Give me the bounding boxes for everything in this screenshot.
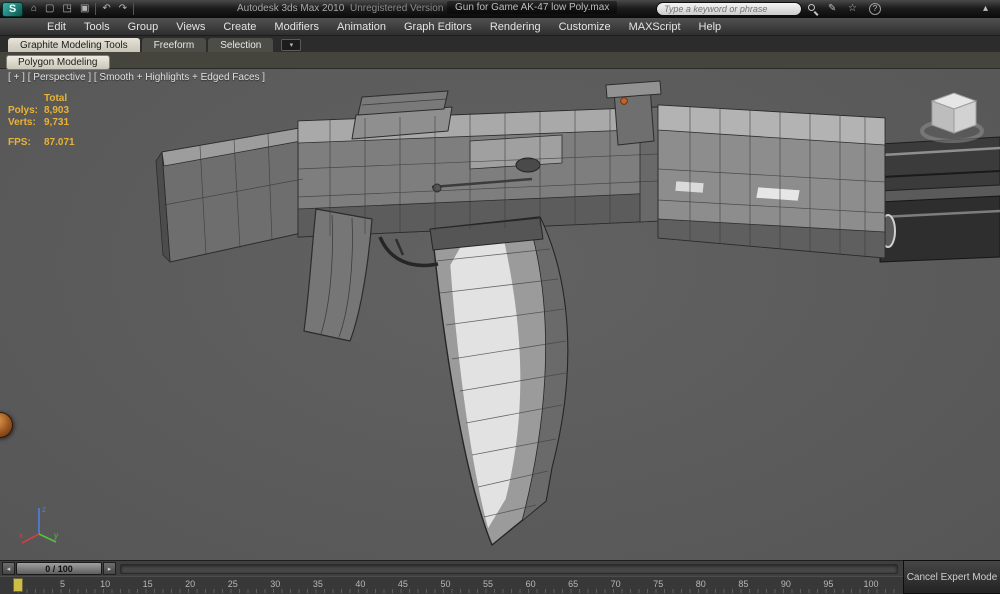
cancel-expert-mode-button[interactable]: Cancel Expert Mode [903, 560, 1000, 594]
home-icon[interactable]: ⌂ [27, 0, 41, 18]
statistics-overlay: Total Polys: 8,903 Verts: 9,731 FPS: 87.071 [8, 93, 75, 149]
ruler-tick-label: 30 [270, 579, 281, 589]
ruler-tick-label: 90 [780, 579, 791, 589]
time-slider-track[interactable] [120, 563, 898, 574]
ruler-tick-label: 70 [610, 579, 621, 589]
ribbon-tab-bar: Graphite Modeling Tools Freeform Selecti… [0, 36, 1000, 52]
ruler-tick-label: 80 [695, 579, 706, 589]
tab-freeform[interactable]: Freeform [141, 38, 207, 52]
previous-frame-button[interactable]: ◂ [2, 562, 15, 575]
ruler-tick-label: 5 [60, 579, 66, 589]
toolbar-divider [133, 3, 135, 15]
ruler-tick-label: 20 [185, 579, 196, 589]
perspective-viewport[interactable]: [ + ] [ Perspective ] [ Smooth + Highlig… [0, 69, 1000, 560]
ribbon-panel-row: Polygon Modeling [0, 52, 1000, 70]
star-icon[interactable]: ☆ [848, 3, 857, 14]
ruler-tick-label: 10 [100, 579, 111, 589]
timeline-ruler[interactable]: 0510152025303540455055606570758085909510… [0, 576, 903, 594]
ribbon-minimize-button[interactable]: ▾ [281, 39, 302, 51]
time-slider-thumb[interactable]: 0 / 100 [16, 562, 102, 575]
menu-item-graph-editors[interactable]: Graph Editors [395, 19, 481, 35]
pen-icon[interactable]: ✎ [828, 3, 836, 14]
ruler-tick-label: 45 [397, 579, 408, 589]
ruler-tick-label: 95 [823, 579, 834, 589]
world-axis-gizmo: z x y [19, 505, 58, 544]
ruler-tick-label: 40 [355, 579, 366, 589]
sight-dot [620, 97, 628, 105]
view-cube[interactable] [918, 81, 990, 143]
open-file-icon[interactable]: ◳ [59, 0, 76, 18]
next-frame-button[interactable]: ▸ [103, 562, 116, 575]
search-input[interactable] [664, 4, 794, 14]
help-icon[interactable]: ? [869, 3, 881, 15]
toolbar-divider [95, 3, 97, 15]
menu-item-maxscript[interactable]: MAXScript [620, 19, 690, 35]
menu-item-customize[interactable]: Customize [550, 19, 620, 35]
ruler-tick-label: 15 [142, 579, 153, 589]
menu-item-rendering[interactable]: Rendering [481, 19, 550, 35]
stats-verts-label: Verts: [8, 117, 36, 128]
svg-text:z: z [42, 505, 46, 514]
stats-total-label: Total [44, 93, 68, 104]
save-icon[interactable]: ▣ [76, 0, 93, 18]
stats-polys-value: 8,903 [44, 105, 70, 116]
viewport-label[interactable]: [ + ] [ Perspective ] [ Smooth + Highlig… [8, 72, 265, 83]
menu-item-help[interactable]: Help [690, 19, 731, 35]
app-title: Autodesk 3ds Max 2010 [237, 3, 345, 14]
ak47-model [155, 80, 1000, 546]
time-slider-row: ◂ 0 / 100 ▸ [0, 560, 903, 576]
max-window: S ⌂ ▢ ◳ ▣ ↶ ↷ Autodesk 3ds Max 2010 Unre… [0, 0, 1000, 594]
menu-item-group[interactable]: Group [119, 19, 168, 35]
ruler-tick-label: 75 [653, 579, 664, 589]
stats-verts-value: 9,731 [44, 117, 70, 128]
menu-item-create[interactable]: Create [214, 19, 265, 35]
menu-item-edit[interactable]: Edit [38, 19, 75, 35]
menu-bar: Edit Tools Group Views Create Modifiers … [0, 18, 1000, 36]
menu-item-modifiers[interactable]: Modifiers [265, 19, 328, 35]
menu-item-tools[interactable]: Tools [75, 19, 119, 35]
tab-selection[interactable]: Selection [208, 38, 274, 52]
ruler-tick-label: 35 [312, 579, 323, 589]
max-logo-icon[interactable]: S [2, 1, 23, 17]
new-file-icon[interactable]: ▢ [41, 0, 58, 18]
svg-text:y: y [54, 531, 58, 540]
license-label: Unregistered Version [350, 3, 444, 14]
ruler-tick-label: 55 [483, 579, 494, 589]
tab-graphite-modeling-tools[interactable]: Graphite Modeling Tools [8, 38, 140, 52]
stats-polys-label: Polys: [8, 105, 39, 116]
menu-item-animation[interactable]: Animation [328, 19, 395, 35]
search-icon[interactable] [808, 4, 820, 16]
search-box[interactable] [656, 2, 802, 16]
stats-fps-label: FPS: [8, 137, 31, 148]
ruler-tick-label: 25 [227, 579, 238, 589]
ruler-tick-label: 100 [863, 579, 879, 589]
ruler-tick-label: 60 [525, 579, 536, 589]
ruler-tick-label: 85 [738, 579, 749, 589]
title-bar: S ⌂ ▢ ◳ ▣ ↶ ↷ Autodesk 3ds Max 2010 Unre… [0, 0, 1000, 18]
redo-icon[interactable]: ↷ [115, 0, 131, 18]
undo-icon[interactable]: ↶ [98, 0, 114, 18]
collapse-infocenter-icon[interactable]: ▴ [983, 3, 988, 14]
document-title: Gun for Game AK-47 low Poly.max [447, 1, 618, 14]
track-bar-key-marker[interactable] [13, 578, 23, 592]
polygon-modeling-panel-button[interactable]: Polygon Modeling [6, 55, 110, 70]
ruler-tick-label: 65 [568, 579, 579, 589]
menu-item-views[interactable]: Views [167, 19, 214, 35]
viewport-canvas[interactable] [0, 69, 1000, 560]
stats-fps-value: 87.071 [44, 137, 75, 148]
svg-text:x: x [19, 531, 23, 540]
ruler-tick-label: 50 [440, 579, 451, 589]
